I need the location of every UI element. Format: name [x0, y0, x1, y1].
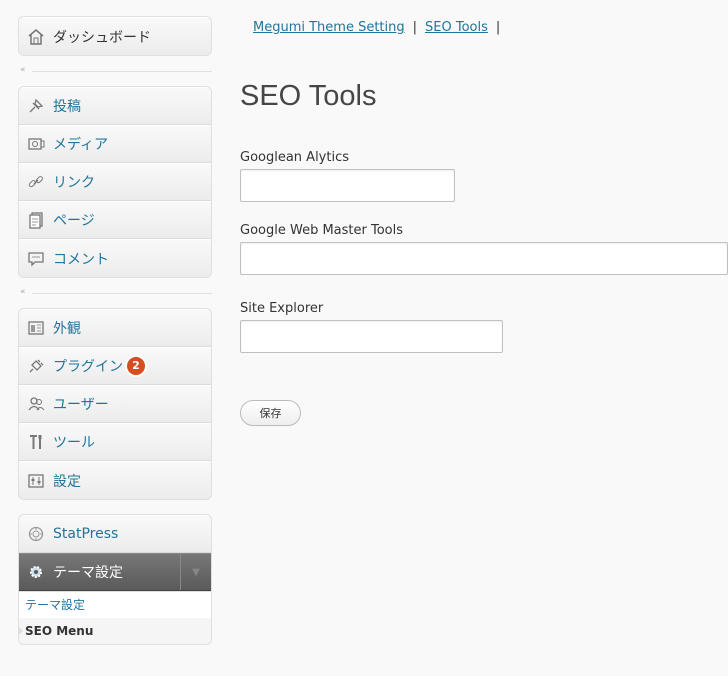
plugin-icon	[25, 355, 47, 377]
menu-group-content: 投稿 メディア リンク ページ コメント	[18, 86, 212, 278]
menu-plugins[interactable]: プラグイン 2	[19, 347, 211, 385]
link-icon	[25, 171, 47, 193]
tab-divider: |	[412, 20, 418, 35]
statpress-icon	[25, 523, 47, 545]
menu-links-label: リンク	[53, 175, 95, 191]
menu-group-dashboard: ダッシュボード	[18, 16, 212, 56]
menu-settings-label: 設定	[53, 473, 81, 490]
menu-comments-label: コメント	[53, 251, 109, 268]
menu-posts-label: 投稿	[53, 99, 81, 115]
menu-users[interactable]: ユーザー	[19, 385, 211, 423]
menu-dashboard[interactable]: ダッシュボード	[19, 17, 211, 55]
menu-appearance-label: 外観	[53, 321, 81, 337]
submenu-toggle-icon[interactable]: ▼	[180, 554, 211, 590]
menu-plugins-label: プラグイン	[53, 359, 123, 375]
save-button[interactable]: 保存	[240, 400, 301, 426]
submenu-theme-settings[interactable]: テーマ設定	[19, 592, 211, 618]
menu-pages[interactable]: ページ	[19, 201, 211, 239]
page-icon	[25, 209, 47, 231]
page-title: SEO Tools	[240, 80, 377, 112]
theme-settings-submenu: テーマ設定 SEO Menu	[19, 591, 211, 644]
tab-megumi-theme-setting[interactable]: Megumi Theme Setting	[253, 20, 405, 35]
menu-theme-settings[interactable]: テーマ設定 ▼	[19, 553, 211, 591]
comment-icon	[25, 248, 47, 270]
menu-statpress-label: StatPress	[53, 526, 119, 542]
settings-tabs: Megumi Theme Setting | SEO Tools |	[253, 20, 508, 35]
menu-comments[interactable]: コメント	[19, 239, 211, 277]
pushpin-icon	[25, 95, 47, 117]
menu-group-plugins: StatPress テーマ設定 ▼ テーマ設定 SEO Menu	[18, 514, 212, 645]
settings-icon	[25, 470, 47, 492]
menu-theme-settings-label: テーマ設定	[53, 565, 123, 581]
menu-pages-label: ページ	[53, 213, 95, 229]
menu-separator: «	[18, 278, 212, 308]
menu-tools-label: ツール	[53, 435, 95, 451]
tab-divider: |	[495, 20, 501, 35]
webmaster-tools-label: Google Web Master Tools	[240, 223, 404, 238]
menu-media-label: メディア	[53, 137, 109, 153]
menu-settings[interactable]: 設定	[19, 461, 211, 499]
menu-statpress[interactable]: StatPress	[19, 515, 211, 553]
webmaster-tools-input[interactable]	[240, 242, 728, 275]
menu-posts[interactable]: 投稿	[19, 87, 211, 125]
appearance-icon	[25, 317, 47, 339]
dashboard-icon	[25, 26, 47, 48]
tools-icon	[25, 431, 47, 453]
site-explorer-input[interactable]	[240, 320, 503, 353]
google-analytics-label: Googlean Alytics	[240, 150, 350, 165]
menu-dashboard-label: ダッシュボード	[53, 29, 151, 46]
menu-appearance[interactable]: 外観	[19, 309, 211, 347]
menu-media[interactable]: メディア	[19, 125, 211, 163]
menu-separator: «	[18, 56, 212, 86]
menu-links[interactable]: リンク	[19, 163, 211, 201]
submenu-seo-menu[interactable]: SEO Menu	[19, 618, 211, 644]
media-icon	[25, 133, 47, 155]
menu-tools[interactable]: ツール	[19, 423, 211, 461]
google-analytics-input[interactable]	[240, 169, 455, 202]
users-icon	[25, 393, 47, 415]
gear-icon	[25, 561, 47, 583]
site-explorer-label: Site Explorer	[240, 301, 324, 316]
menu-group-admin: 外観 プラグイン 2 ユーザー ツール 設定	[18, 308, 212, 500]
menu-users-label: ユーザー	[53, 397, 109, 413]
admin-sidebar: ダッシュボード « 投稿 メディア リンク ページ コメント « 外観 プラグイ…	[18, 0, 212, 645]
plugin-update-badge: 2	[127, 357, 145, 375]
tab-seo-tools[interactable]: SEO Tools	[425, 20, 488, 35]
